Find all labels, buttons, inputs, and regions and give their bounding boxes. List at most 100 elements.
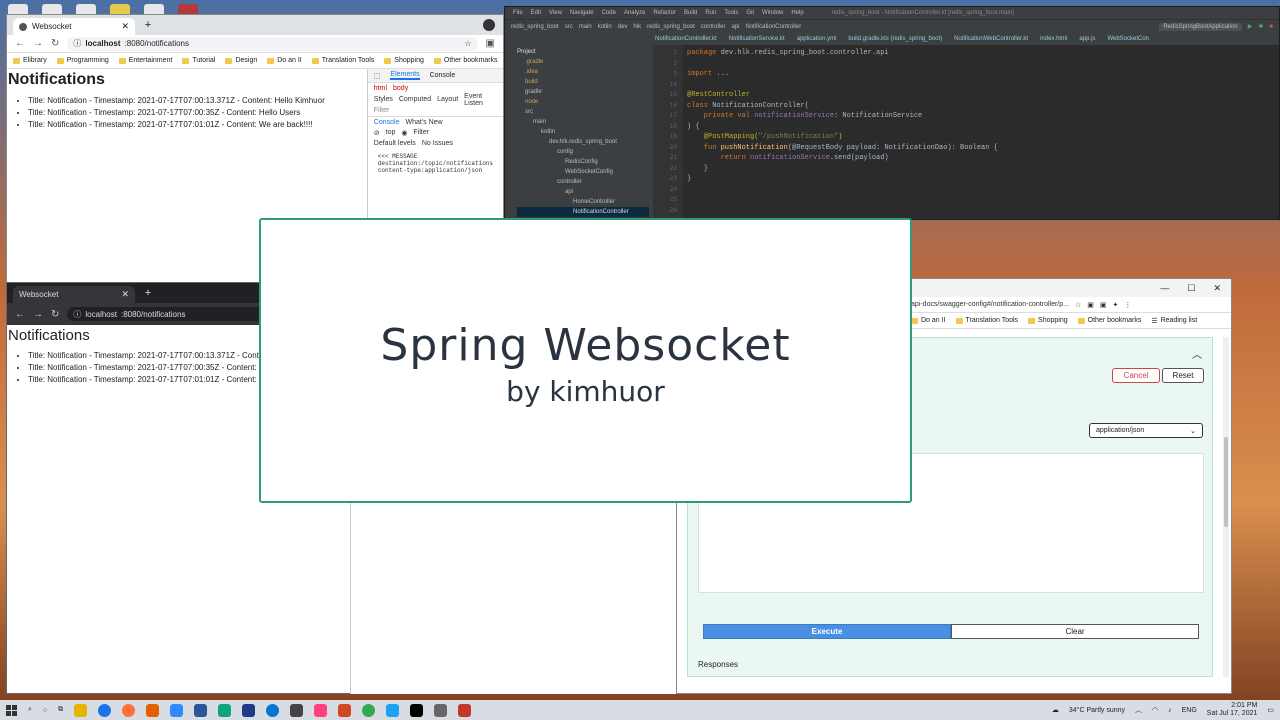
menu-code[interactable]: Code (602, 10, 616, 16)
tree-item[interactable]: .idea (517, 67, 649, 77)
chrome-icon[interactable] (98, 703, 112, 717)
tab-console[interactable]: Console (430, 72, 456, 79)
tool-window-strip[interactable] (505, 45, 513, 219)
notification-center-icon[interactable]: ▭ (1267, 706, 1274, 714)
context-select[interactable]: top (386, 129, 396, 136)
debug-icon[interactable]: ✱ (1258, 23, 1263, 30)
tree-item[interactable]: WebSocketConfig (517, 167, 649, 177)
star-icon[interactable]: ☆ (464, 39, 471, 48)
tree-item[interactable]: .gradle (517, 57, 649, 67)
bookmark-item[interactable]: Other bookmarks (1077, 317, 1141, 324)
breadcrumb-body[interactable]: body (393, 85, 408, 92)
volume-icon[interactable]: ♪ (1168, 707, 1172, 714)
bookmark-item[interactable]: Shopping (384, 57, 424, 64)
minimize-icon[interactable]: — (1160, 283, 1169, 293)
bookmark-item[interactable]: ☰ Reading list (1151, 317, 1197, 325)
search-icon[interactable]: ⌕ (28, 706, 32, 714)
editor-tab[interactable]: NotificationController.kt (655, 36, 717, 42)
breadcrumb-item[interactable]: main (579, 24, 592, 30)
tab-console-drawer[interactable]: Console (374, 119, 400, 126)
levels-select[interactable]: Default levels (374, 140, 416, 147)
tree-item[interactable]: gradle (517, 87, 649, 97)
new-tab-icon[interactable]: + (141, 287, 155, 301)
breadcrumb-item[interactable]: src (565, 24, 573, 30)
clear-console-icon[interactable]: ⊘ (374, 129, 380, 137)
bookmark-item[interactable]: Do an II (267, 57, 302, 64)
url-input[interactable]: ⓘ localhost:8080/notifications ☆ (67, 36, 478, 51)
editor-tab[interactable]: NotificationService.kt (729, 36, 785, 42)
code-editor[interactable]: package dev.hlk.redis_spring_boot.contro… (683, 45, 1279, 219)
menu-git[interactable]: Git (746, 10, 754, 16)
tab-whats-new[interactable]: What's New (405, 119, 442, 126)
word-icon[interactable] (194, 703, 208, 717)
bookmark-item[interactable]: Shopping (1028, 317, 1068, 324)
execute-button[interactable]: Execute (703, 624, 951, 639)
tab-elements[interactable]: Elements (390, 71, 420, 80)
app-icon[interactable] (314, 703, 328, 717)
menu-icon[interactable]: ⋮ (1124, 301, 1131, 309)
tree-item[interactable]: HomeController (517, 197, 649, 207)
windows-start-icon[interactable] (6, 704, 17, 716)
forward-icon[interactable]: → (33, 38, 43, 49)
edge-icon[interactable] (266, 703, 280, 717)
editor-tab[interactable]: WebSocketCon (1107, 36, 1149, 42)
eye-icon[interactable]: ◉ (401, 129, 407, 137)
puzzle-icon[interactable]: ✦ (1113, 301, 1119, 309)
bookmark-item[interactable]: Elibrary (13, 57, 47, 64)
settings-icon[interactable] (434, 703, 448, 717)
stop-icon[interactable]: ■ (1269, 24, 1273, 30)
issues-badge[interactable]: No Issues (422, 140, 453, 147)
bookmark-item[interactable]: Programming (56, 57, 109, 64)
tree-item-selected[interactable]: NotificationController (517, 207, 649, 217)
bookmark-item[interactable]: Do an II (911, 317, 946, 324)
breadcrumb-item[interactable]: dev (618, 24, 628, 30)
weather-icon[interactable]: ☁ (1052, 706, 1059, 714)
tree-item[interactable]: RedisConfig (517, 157, 649, 167)
close-icon[interactable]: ✕ (1213, 283, 1221, 294)
clock[interactable]: 2:01 PM Sat Jul 17, 2021 (1207, 702, 1258, 718)
breadcrumb-html[interactable]: html (374, 85, 387, 92)
menu-run[interactable]: Run (705, 10, 716, 16)
intellij-icon[interactable] (410, 703, 424, 717)
tree-item[interactable]: node (517, 97, 649, 107)
styles-filter-input[interactable]: Filter (374, 107, 390, 114)
tree-item[interactable]: build (517, 77, 649, 87)
app-icon[interactable] (242, 703, 256, 717)
breadcrumb-item[interactable]: redis_spring_boot (511, 24, 559, 30)
tab-styles[interactable]: Styles (374, 96, 393, 103)
run-config-select[interactable]: RedisSpringBootApplication (1159, 22, 1242, 31)
app-icon[interactable] (146, 703, 160, 717)
bookmark-item[interactable]: Translation Tools (311, 57, 374, 64)
tray-chevron-icon[interactable]: ︿ (1135, 705, 1142, 715)
menu-view[interactable]: View (549, 10, 562, 16)
menu-refactor[interactable]: Refactor (653, 10, 676, 16)
bookmark-item[interactable]: Entertainment (118, 57, 172, 64)
project-label[interactable]: Project (517, 47, 649, 57)
tab-layout[interactable]: Layout (437, 96, 458, 103)
bookmark-item[interactable]: Translation Tools (955, 317, 1018, 324)
app-icon[interactable] (362, 703, 376, 717)
file-explorer-icon[interactable] (74, 703, 88, 717)
extensions-icon[interactable]: ▣ (486, 38, 495, 49)
cancel-button[interactable]: Cancel (1112, 368, 1160, 383)
run-icon[interactable]: ▶ (1248, 23, 1253, 30)
menu-file[interactable]: File (513, 10, 523, 16)
breadcrumb-item[interactable]: hlk (633, 24, 641, 30)
reload-icon[interactable]: ↻ (51, 38, 59, 49)
task-view-icon[interactable]: ⧉ (58, 706, 63, 714)
content-type-select[interactable]: application/json ⌄ (1089, 423, 1203, 438)
bookmark-item[interactable]: Other bookmarks (433, 57, 498, 64)
editor-tab[interactable]: index.html (1040, 36, 1067, 42)
breadcrumb-item[interactable]: kotlin (598, 24, 612, 30)
inspect-icon[interactable]: ⬚ (374, 72, 381, 80)
editor-tab[interactable]: NotificationWebController.kt (954, 36, 1028, 42)
tree-item[interactable]: controller (517, 177, 649, 187)
reset-button[interactable]: Reset (1162, 368, 1204, 383)
extension-icon[interactable]: ▣ (1087, 301, 1094, 309)
back-icon[interactable]: ← (15, 38, 25, 49)
editor-tab[interactable]: app.js (1079, 36, 1095, 42)
back-icon[interactable]: ← (15, 309, 25, 320)
scrollbar[interactable] (1223, 337, 1229, 677)
breadcrumb-item[interactable]: controller (701, 24, 726, 30)
network-icon[interactable]: ◠ (1152, 706, 1158, 714)
